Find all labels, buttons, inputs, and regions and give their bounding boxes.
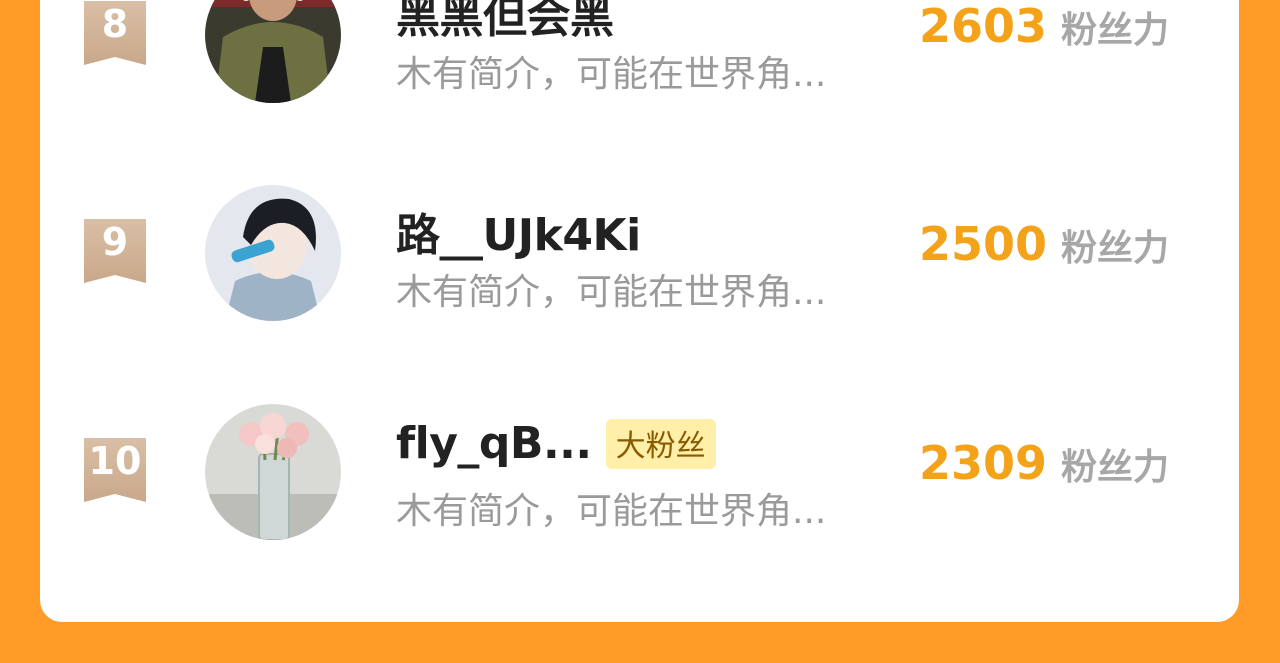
anime-illustration-avatar	[205, 185, 341, 321]
user-name[interactable]: fly_qB...	[396, 418, 592, 469]
fan-score: 2603 粉丝力	[919, 0, 1169, 53]
fan-score: 2500 粉丝力	[919, 217, 1169, 271]
score-unit: 粉丝力	[1060, 10, 1169, 51]
ranking-row-10[interactable]: 10 fly_qB... 大粉丝 木有简介，可能在世界角... 2309 粉丝力	[40, 404, 1239, 544]
avatar[interactable]	[205, 404, 341, 540]
user-photo-avatar	[205, 0, 341, 103]
rank-ribbon: 9	[84, 219, 146, 283]
score-unit: 粉丝力	[1060, 447, 1169, 488]
user-name[interactable]: 黑黑但会黑	[396, 0, 614, 45]
avatar[interactable]	[205, 0, 341, 103]
score-value: 2309	[918, 436, 1047, 490]
big-fan-badge: 大粉丝	[605, 418, 716, 469]
avatar[interactable]	[205, 185, 341, 321]
rank-number: 8	[101, 2, 129, 46]
user-name-line: 路__UJk4Ki	[396, 199, 641, 263]
flower-vase-avatar	[205, 404, 341, 540]
fan-score: 2309 粉丝力	[919, 436, 1169, 490]
rank-number: 9	[101, 220, 129, 264]
score-value: 2603	[918, 0, 1047, 53]
score-value: 2500	[918, 217, 1047, 271]
user-intro: 木有简介，可能在世界角...	[396, 491, 827, 532]
rank-number: 10	[88, 439, 142, 483]
user-name-line: 黑黑但会黑	[396, 0, 614, 45]
rank-ribbon: 10	[84, 438, 146, 502]
ranking-row-9[interactable]: 9 路__UJk4Ki 木有简介，可能在世界角... 2500 粉丝力	[40, 185, 1239, 325]
ranking-row-8[interactable]: 8 黑黑但会黑 木有简介，可能在世界角... 2603 粉丝力	[40, 0, 1239, 107]
user-name-line: fly_qB... 大粉丝	[396, 418, 716, 469]
user-intro: 木有简介，可能在世界角...	[396, 54, 827, 95]
user-intro: 木有简介，可能在世界角...	[396, 272, 827, 313]
score-unit: 粉丝力	[1060, 228, 1169, 269]
user-name[interactable]: 路__UJk4Ki	[396, 199, 641, 263]
rank-ribbon: 8	[84, 1, 146, 65]
ranking-list-card: 8 黑黑但会黑 木有简介，可能在世界角... 2603 粉丝力 9 路__UJk…	[40, 0, 1239, 622]
